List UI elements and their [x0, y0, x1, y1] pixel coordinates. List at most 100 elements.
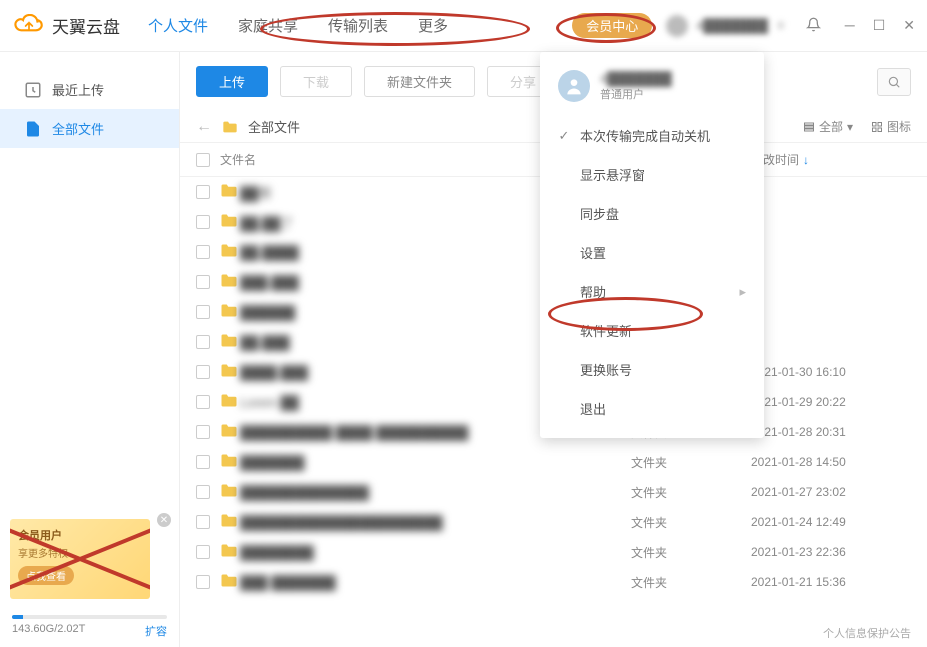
grid-icon	[871, 121, 883, 133]
crown-icon: ♛	[776, 19, 786, 32]
row-checkbox[interactable]	[196, 215, 210, 229]
select-all-checkbox[interactable]	[196, 153, 210, 167]
file-row[interactable]: ██████████████ 文件夹 2021-01-27 23:02	[180, 477, 927, 507]
nav-tabs: 个人文件 家庭共享 传输列表 更多	[148, 15, 572, 36]
menu-switch-account[interactable]: 更换账号	[540, 350, 764, 389]
promo-banner[interactable]: 会员用户 享更多特权 点我查看	[10, 519, 150, 599]
file-name: ███ ███████	[240, 575, 631, 590]
row-checkbox[interactable]	[196, 425, 210, 439]
search-button[interactable]	[877, 68, 911, 96]
body: 最近上传 全部文件 ✕ 会员用户 享更多特权 点我查看 143.60G/2.02…	[0, 52, 927, 647]
file-icon	[24, 120, 42, 138]
notification-icon[interactable]	[806, 17, 821, 35]
file-row[interactable]: ███ ███████ 文件夹 2021-01-21 15:36	[180, 567, 927, 597]
promo-close-button[interactable]: ✕	[157, 513, 171, 527]
folder-icon	[220, 423, 238, 438]
file-time: 2021-01-28 20:31	[751, 425, 911, 439]
filter-all[interactable]: 全部 ▾	[803, 118, 853, 135]
file-name: ███████	[240, 455, 631, 470]
tab-personal[interactable]: 个人文件	[148, 15, 208, 36]
menu-help[interactable]: 帮助▸	[540, 272, 764, 311]
sidebar-recent-label: 最近上传	[52, 80, 104, 99]
sidebar: 最近上传 全部文件 ✕ 会员用户 享更多特权 点我查看 143.60G/2.02…	[0, 52, 180, 647]
app-logo: 天翼云盘	[12, 13, 120, 38]
row-checkbox[interactable]	[196, 545, 210, 559]
view-icons[interactable]: 图标	[871, 118, 911, 135]
back-arrow-icon[interactable]: ←	[196, 118, 212, 136]
row-checkbox[interactable]	[196, 485, 210, 499]
title-bar: 天翼云盘 个人文件 家庭共享 传输列表 更多 会员中心 4███████ ♛ ─…	[0, 0, 927, 52]
col-modtime[interactable]: 修改时间↓	[751, 151, 911, 168]
menu-auto-shutdown[interactable]: ✓ 本次传输完成自动关机	[540, 116, 764, 155]
promo-button: 点我查看	[18, 566, 74, 585]
folder-icon	[220, 363, 238, 378]
promo-title: 会员用户	[18, 527, 142, 543]
upload-button[interactable]: 上传	[196, 66, 268, 97]
row-checkbox[interactable]	[196, 395, 210, 409]
folder-icon	[220, 393, 238, 408]
menu-update[interactable]: 软件更新	[540, 311, 764, 350]
menu-exit[interactable]: 退出	[540, 389, 764, 428]
member-center-button[interactable]: 会员中心	[572, 13, 652, 38]
chevron-down-icon: ▾	[847, 120, 853, 134]
sidebar-item-all-files[interactable]: 全部文件	[0, 109, 179, 148]
username: 4███████	[696, 18, 768, 33]
file-row[interactable]: ██████████████████████ 文件夹 2021-01-24 12…	[180, 507, 927, 537]
row-checkbox[interactable]	[196, 185, 210, 199]
download-button[interactable]: 下载	[280, 66, 352, 97]
file-row[interactable]: ████████ 文件夹 2021-01-23 22:36	[180, 537, 927, 567]
folder-icon	[220, 453, 238, 468]
menu-avatar	[558, 70, 590, 102]
row-checkbox[interactable]	[196, 305, 210, 319]
list-icon	[803, 121, 815, 133]
folder-icon	[220, 303, 238, 318]
clock-icon	[24, 81, 42, 99]
file-time: 2021-01-24 12:49	[751, 515, 911, 529]
cloud-logo-icon	[12, 14, 46, 38]
file-type: 文件夹	[631, 544, 751, 561]
file-time: 2021-01-28 14:50	[751, 455, 911, 469]
file-time: 2021-01-23 22:36	[751, 545, 911, 559]
storage-text: 143.60G/2.02T	[12, 623, 85, 639]
breadcrumb-all-files[interactable]: 全部文件	[248, 117, 300, 136]
tab-more[interactable]: 更多	[418, 15, 448, 36]
privacy-link[interactable]: 个人信息保护公告	[823, 625, 911, 641]
menu-settings[interactable]: 设置	[540, 233, 764, 272]
close-button[interactable]: ✕	[903, 17, 915, 35]
menu-username: 4███████	[600, 71, 672, 86]
file-time: 2021-01-21 15:36	[751, 575, 911, 589]
row-checkbox[interactable]	[196, 515, 210, 529]
row-checkbox[interactable]	[196, 275, 210, 289]
folder-icon	[220, 483, 238, 498]
file-type: 文件夹	[631, 454, 751, 471]
minimize-button[interactable]: ─	[845, 17, 855, 35]
avatar	[666, 15, 688, 37]
row-checkbox[interactable]	[196, 365, 210, 379]
folder-icon	[220, 513, 238, 528]
menu-sync-disk[interactable]: 同步盘	[540, 194, 764, 233]
window-controls: ─ ☐ ✕	[806, 17, 915, 35]
folder-icon	[220, 243, 238, 258]
row-checkbox[interactable]	[196, 245, 210, 259]
file-row[interactable]: ███████ 文件夹 2021-01-28 14:50	[180, 447, 927, 477]
row-checkbox[interactable]	[196, 455, 210, 469]
tab-transfer[interactable]: 传输列表	[328, 15, 388, 36]
chevron-right-icon: ▸	[739, 284, 746, 300]
maximize-button[interactable]: ☐	[873, 17, 886, 35]
tab-family[interactable]: 家庭共享	[238, 15, 298, 36]
menu-float-window[interactable]: 显示悬浮窗	[540, 155, 764, 194]
new-folder-button[interactable]: 新建文件夹	[364, 66, 475, 97]
storage-fill	[12, 615, 23, 619]
row-checkbox[interactable]	[196, 575, 210, 589]
row-checkbox[interactable]	[196, 335, 210, 349]
menu-user-info: 4███████ 普通用户	[540, 62, 764, 116]
folder-icon	[220, 273, 238, 288]
sidebar-item-recent[interactable]: 最近上传	[0, 70, 179, 109]
file-name: ██████████████████████	[240, 515, 631, 530]
folder-icon	[220, 183, 238, 198]
app-name: 天翼云盘	[52, 13, 120, 38]
expand-link[interactable]: 扩容	[145, 623, 167, 639]
menu-usertype: 普通用户	[600, 86, 672, 102]
user-area[interactable]: 4███████ ♛	[666, 15, 786, 37]
file-type: 文件夹	[631, 484, 751, 501]
